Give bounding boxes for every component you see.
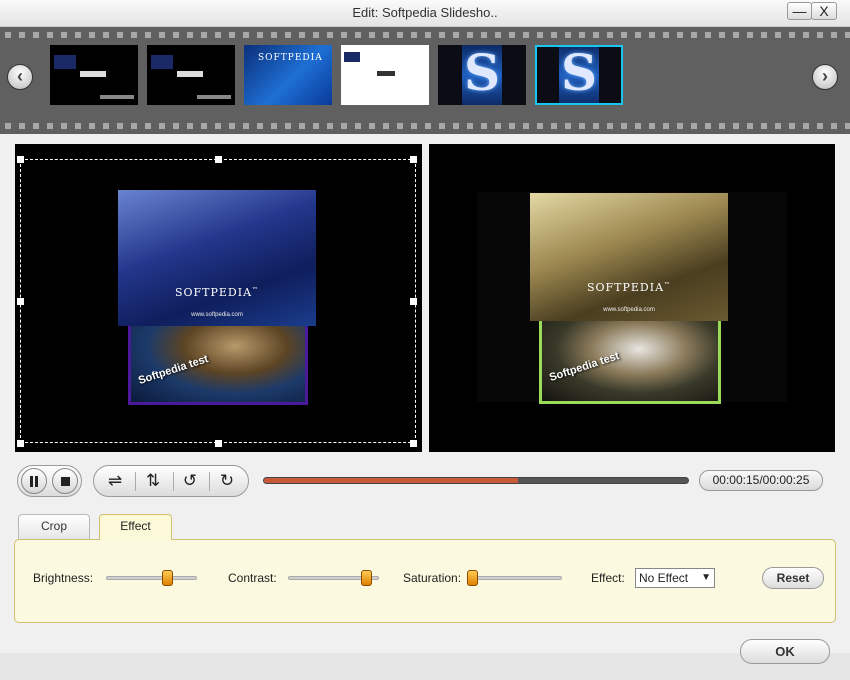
brightness-label: Brightness: xyxy=(33,571,94,585)
s-logo-icon: S xyxy=(464,45,501,102)
minimize-button[interactable]: — xyxy=(787,2,812,20)
slide-thumbnail[interactable]: SOFTPEDIA xyxy=(244,45,332,105)
reset-button[interactable]: Reset xyxy=(762,567,824,589)
filmstrip-perforation-bottom xyxy=(0,123,850,129)
brightness-slider-thumb[interactable] xyxy=(161,570,173,586)
slide-thumbnail[interactable] xyxy=(50,45,138,105)
contrast-slider[interactable] xyxy=(288,570,379,586)
slide-thumbnail-selected[interactable]: S xyxy=(535,45,623,105)
contrast-slider-thumb[interactable] xyxy=(361,570,373,586)
s-logo-icon: S xyxy=(561,45,598,102)
saturation-slider-thumb[interactable] xyxy=(466,570,478,586)
slide-thumbnail[interactable] xyxy=(341,45,429,105)
thumbnail-caption xyxy=(197,95,231,99)
transform-controls: ⇌ ⇅ ↺ ↻ xyxy=(93,465,249,497)
close-button[interactable]: X xyxy=(811,2,837,20)
thumbnail-mini-image xyxy=(344,52,360,62)
brightness-slider[interactable] xyxy=(106,570,197,586)
playback-progress-bar[interactable] xyxy=(263,477,689,484)
chevron-down-icon: ▼ xyxy=(701,572,711,583)
tab-effect[interactable]: Effect xyxy=(99,514,172,540)
crop-handle-right[interactable] xyxy=(410,298,417,305)
separator xyxy=(135,472,136,491)
saturation-label: Saturation: xyxy=(403,571,462,585)
thumbnail-mini-logo xyxy=(80,71,106,77)
thumbnail-mini-image xyxy=(151,55,173,69)
next-slide-button[interactable]: › xyxy=(812,64,838,90)
thumbnail-mini-logo xyxy=(177,71,203,77)
source-preview[interactable]: Softpedia test SOFTPEDIA™ www.softpedia.… xyxy=(15,144,422,452)
thumbnail-mini-image xyxy=(54,55,76,69)
filmstrip: ‹ › SOFTPEDIA S S xyxy=(0,27,850,134)
crop-area[interactable] xyxy=(20,159,416,443)
window-title: Edit: Softpedia Slidesho.. xyxy=(352,5,498,20)
slide-thumbnail[interactable] xyxy=(147,45,235,105)
crop-handle-bottom[interactable] xyxy=(215,440,222,447)
ok-button[interactable]: OK xyxy=(740,639,830,664)
photo-earth-effect: Softpedia test xyxy=(539,318,721,404)
rotate-left-button[interactable]: ↺ xyxy=(175,469,205,493)
prev-slide-button[interactable]: ‹ xyxy=(7,64,33,90)
separator xyxy=(209,472,210,491)
thumbnail-caption xyxy=(100,95,134,99)
crop-handle-top-right[interactable] xyxy=(410,156,417,163)
pause-icon xyxy=(30,476,33,487)
crop-handle-top-left[interactable] xyxy=(17,156,24,163)
crop-handle-bottom-left[interactable] xyxy=(17,440,24,447)
pause-button[interactable] xyxy=(21,468,47,494)
playback-controls xyxy=(17,465,82,497)
crop-handle-bottom-right[interactable] xyxy=(410,440,417,447)
photo-brand-text: SOFTPEDIA™ xyxy=(586,281,672,294)
output-preview: Softpedia test SOFTPEDIA™ www.softpedia.… xyxy=(429,144,835,452)
photo-softpedia-effect: SOFTPEDIA™ www.softpedia.com xyxy=(530,193,728,321)
separator xyxy=(173,472,174,491)
saturation-slider[interactable] xyxy=(466,570,562,586)
effect-select[interactable]: No Effect ▼ xyxy=(635,568,715,588)
contrast-label: Contrast: xyxy=(228,571,277,585)
crop-handle-left[interactable] xyxy=(17,298,24,305)
photo-url-text: www.softpedia.com xyxy=(603,307,655,313)
rotate-right-button[interactable]: ↻ xyxy=(212,469,242,493)
slide-thumbnail[interactable]: S xyxy=(438,45,526,105)
filmstrip-perforation-top xyxy=(0,32,850,38)
tab-crop[interactable]: Crop xyxy=(18,514,90,539)
progress-fill xyxy=(264,478,519,483)
thumbnail-logo-text: SOFTPEDIA xyxy=(258,53,323,63)
stop-button[interactable] xyxy=(52,468,78,494)
flip-vertical-button[interactable]: ⇅ xyxy=(138,469,168,493)
photo-tag-text: Softpedia test xyxy=(547,350,621,384)
stop-icon xyxy=(61,477,70,486)
thumbnail-mini-logo xyxy=(377,71,395,76)
effect-label: Effect: xyxy=(591,571,625,585)
footer-bar xyxy=(0,653,850,680)
crop-handle-top[interactable] xyxy=(215,156,222,163)
title-bar: Edit: Softpedia Slidesho.. — X xyxy=(0,0,850,27)
effect-select-value: No Effect xyxy=(639,571,689,585)
effect-panel: Brightness: Contrast: Saturation: Effect… xyxy=(14,539,836,623)
time-display: 00:00:15/00:00:25 xyxy=(699,470,823,491)
flip-horizontal-button[interactable]: ⇌ xyxy=(100,469,130,493)
